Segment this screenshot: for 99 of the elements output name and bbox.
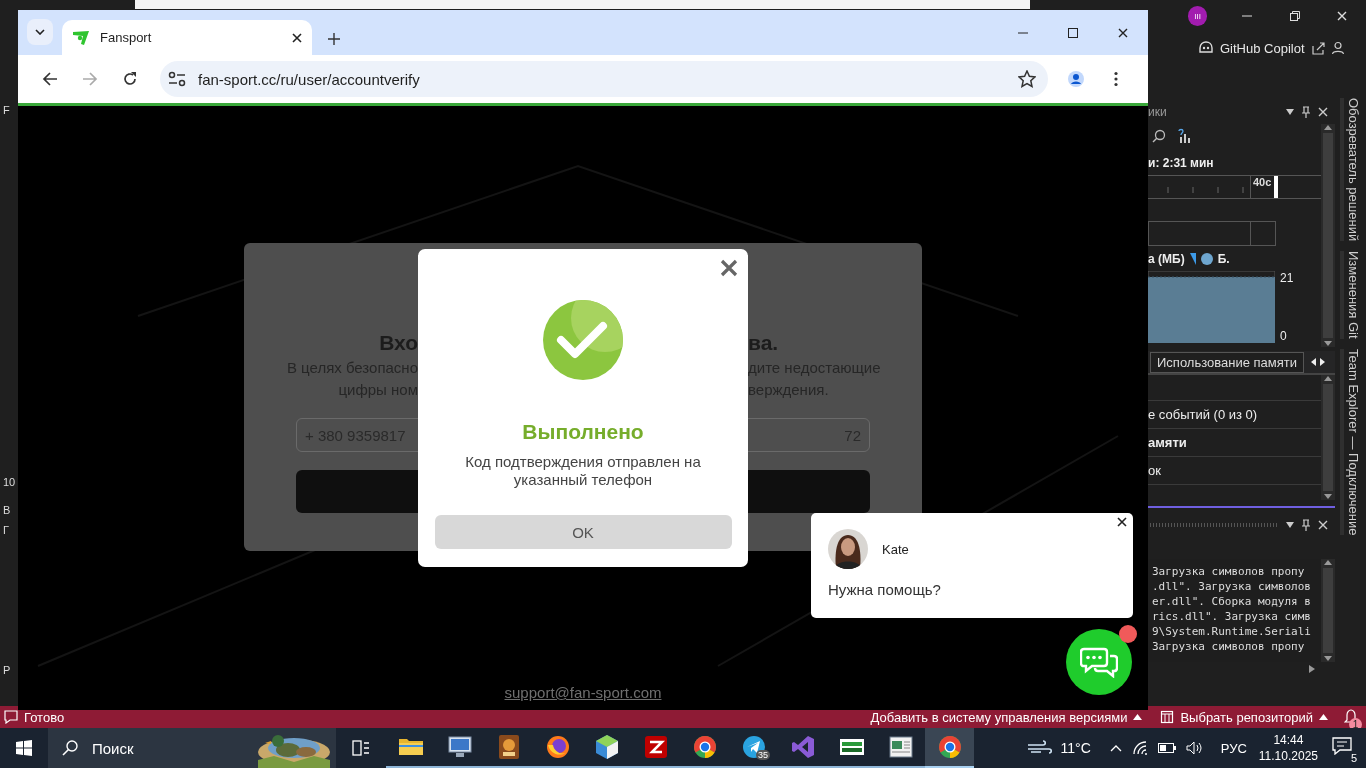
scrollbar[interactable] [1321,375,1335,500]
taskbar-app[interactable] [925,728,974,768]
clock-time[interactable]: 14:44 [1273,732,1304,748]
maximize-icon[interactable] [1067,26,1079,39]
timeline-marker[interactable] [1274,176,1279,198]
task-view-icon[interactable] [352,740,370,756]
weather-icon[interactable] [1026,740,1053,756]
support-link[interactable]: support@fan-sport.com [504,684,662,701]
search-icon[interactable] [1152,129,1166,143]
scroll-up-icon[interactable] [1323,124,1333,130]
copilot-icon[interactable] [1198,41,1214,55]
side-tab[interactable]: Team Explorer — Подключение [1340,348,1361,536]
output-line: er.dll". Сборка модуля в [1151,593,1312,609]
tab-scroll-icon[interactable] [1309,358,1326,366]
avatar [828,529,868,569]
battery-icon[interactable] [1157,743,1176,753]
output-line: 9\System.Runtime.Seriali [1151,623,1312,639]
legend-circle-icon [1200,253,1213,265]
dialog-title: Выполнено [522,419,644,445]
close-icon[interactable] [292,32,302,43]
pin-icon[interactable] [1301,518,1311,531]
scrollbar[interactable] [1321,558,1335,663]
chat-bubbles-icon [1080,646,1118,678]
source-control-button[interactable]: Добавить в систему управления версиями [870,709,1128,725]
side-tab[interactable]: Изменения Git [1340,251,1361,339]
scrollbar[interactable] [1321,124,1335,347]
address-bar[interactable]: fan-sport.cc/ru/user/accountverify [160,61,1048,97]
repository-button[interactable]: Выбрать репозиторий [1180,709,1313,725]
panel-label: 10 [3,476,17,488]
repository-icon [1160,710,1175,724]
chat-message: Нужна помощь? [828,581,942,598]
close-icon[interactable] [1317,518,1329,531]
scroll-down-icon[interactable] [1323,494,1333,500]
close-icon[interactable] [1336,10,1349,22]
panel-label: В [3,504,12,516]
status-text: Готово [24,709,65,725]
browser-tab[interactable]: Fansport [62,20,312,55]
dropdown-icon[interactable] [1285,520,1295,529]
back-icon[interactable] [42,71,58,87]
panel-label: F [3,104,11,116]
search-icon [62,740,78,756]
output-line: Загрузка символов пропу [1151,638,1306,654]
session-duration: и: 2:31 мин [1148,156,1215,170]
axis-label: 0 [1280,329,1288,343]
legend-triangle-icon [1189,253,1196,265]
scroll-right-icon[interactable] [1309,664,1315,675]
site-logo-icon [72,29,90,46]
panel-label: Р [3,664,12,676]
notification-icon[interactable] [1332,737,1352,755]
clock-date[interactable]: 11.10.2025 [1258,748,1318,764]
caret-up-icon [1319,714,1328,720]
temperature: 11°C [1060,740,1091,756]
copilot-button[interactable]: GitHub Copilot [1220,40,1305,56]
panel-title: ики [1148,105,1168,119]
panel-label: Г [3,524,10,536]
tab-search-button[interactable] [27,19,53,45]
timeline-label: 40с [1250,176,1272,198]
reload-icon[interactable] [122,71,138,87]
agent-name: Kate [882,541,909,557]
language-indicator[interactable]: РУС [1220,740,1247,756]
axis-label: 21 [1280,271,1294,285]
dialog-message: Код подтверждения отправлен на указанный телефон [464,453,702,489]
chevron-up-icon[interactable] [1109,744,1122,752]
chart-icon[interactable] [1178,128,1192,144]
chevron-down-icon [35,29,45,35]
pin-icon[interactable] [1301,106,1311,118]
site-info-icon[interactable] [168,71,186,87]
wifi-icon[interactable] [1131,741,1148,755]
person-icon[interactable] [1330,41,1345,55]
ok-button[interactable]: OK [434,515,732,549]
panel-tab[interactable]: Использование памяти [1150,351,1304,373]
output-line: Загрузка символов пропу [1151,563,1306,579]
close-icon[interactable] [1117,517,1127,527]
scroll-down-icon[interactable] [1323,341,1333,347]
notification-count: 5 [1350,752,1357,764]
legend-label: а (МБ) [1148,252,1185,266]
search-field[interactable]: Поиск [90,738,194,758]
app-badge: 35 [756,750,770,760]
new-tab-icon[interactable] [328,33,340,45]
output-line: rics.dll". Загрузка симв [1151,608,1312,624]
check-circle-icon [543,300,623,380]
volume-icon[interactable] [1185,741,1204,755]
side-tab[interactable]: Обозреватель решений [1340,98,1361,242]
windows-icon[interactable] [16,740,32,756]
bookmark-star-icon[interactable] [1018,70,1036,88]
account-avatar[interactable]: III [1188,6,1208,26]
profile-icon[interactable] [1068,71,1084,87]
message-icon [4,710,18,724]
close-icon[interactable] [1117,26,1129,39]
taskbar-app[interactable]: 35 [729,728,778,768]
scroll-up-icon[interactable] [1323,558,1333,565]
scroll-down-icon[interactable] [1323,656,1333,663]
legend-label: Б. [1217,252,1230,266]
caret-up-icon [1133,714,1143,720]
output-line: .dll". Загрузка символов [1151,578,1312,594]
dropdown-icon[interactable] [1285,108,1295,116]
window-icon [886,733,915,761]
share-icon[interactable] [1310,41,1325,55]
restore-icon[interactable] [1288,10,1301,22]
